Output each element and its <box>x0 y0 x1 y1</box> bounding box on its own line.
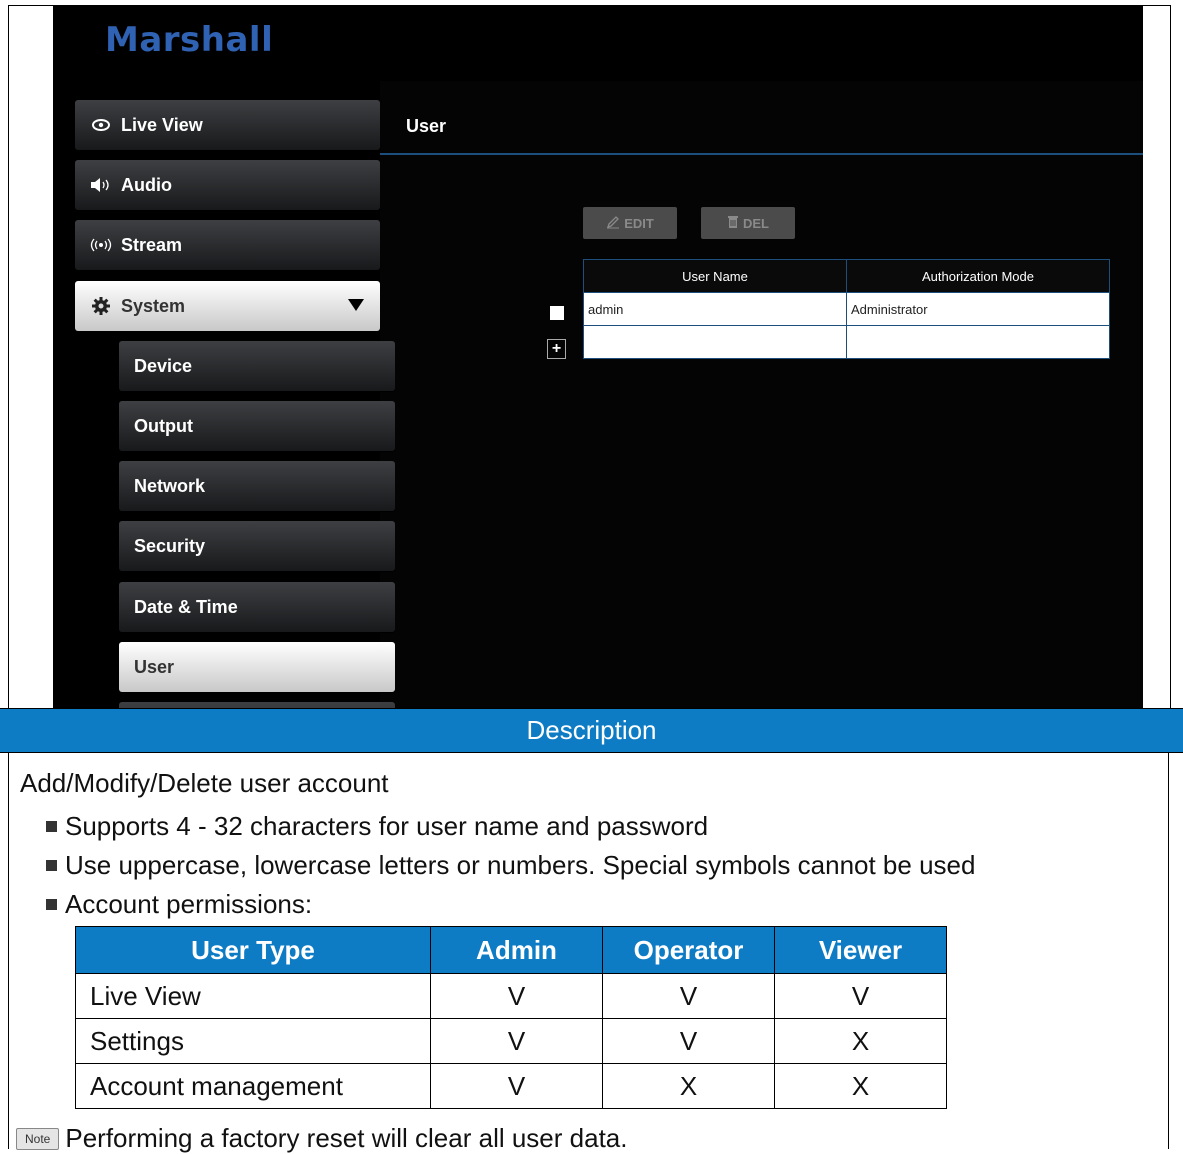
header-operator: Operator <box>602 926 775 974</box>
cell-operator: V <box>602 1018 775 1064</box>
left-border <box>8 753 9 1149</box>
cell-viewer: V <box>774 973 947 1019</box>
table-row[interactable]: admin Administrator <box>583 292 1110 326</box>
sidebar-subitem-date-time[interactable]: Date & Time <box>119 582 395 632</box>
sidebar-subitem-security[interactable]: Security <box>119 521 395 571</box>
sidebar-subitem-network[interactable]: Network <box>119 461 395 511</box>
edit-label: EDIT <box>624 215 654 231</box>
row-label: Live View <box>75 973 431 1019</box>
right-border <box>1168 753 1169 1149</box>
bullet-item: Account permissions: <box>46 889 312 920</box>
sidebar-item-label: Audio <box>121 174 172 195</box>
table-row: Account management V X X <box>75 1063 947 1109</box>
title-divider <box>380 153 1143 155</box>
cell-authorization-mode-empty[interactable] <box>846 325 1110 359</box>
sidebar-subitem-label: User <box>134 656 175 677</box>
bullet-square-icon <box>46 821 57 832</box>
cell-user-name[interactable]: admin <box>583 292 847 326</box>
row-label: Account management <box>75 1063 431 1109</box>
column-header-authorization-mode: Authorization Mode <box>846 259 1110 293</box>
cell-operator: X <box>602 1063 775 1109</box>
sidebar-item-audio[interactable]: Audio <box>75 160 380 210</box>
sidebar-subitem-label: Output <box>134 415 193 436</box>
cell-admin: V <box>430 973 603 1019</box>
row-select-checkbox[interactable] <box>550 306 564 320</box>
bullet-text: Account permissions: <box>65 889 313 919</box>
note-text: Performing a factory reset will clear al… <box>65 1123 628 1153</box>
cell-authorization-mode[interactable]: Administrator <box>846 292 1110 326</box>
bullet-text: Use uppercase, lowercase letters or numb… <box>65 850 976 880</box>
table-row: Settings V V X <box>75 1018 947 1064</box>
bullet-square-icon <box>46 860 57 871</box>
bullet-square-icon <box>46 899 57 910</box>
sidebar-item-system[interactable]: System <box>75 281 380 331</box>
cell-viewer: X <box>774 1018 947 1064</box>
sidebar-item-label: System <box>121 295 186 316</box>
sidebar-subitem-label: Date & Time <box>134 596 238 617</box>
description-header: Description <box>0 708 1183 753</box>
header-viewer: Viewer <box>774 926 947 974</box>
bullet-text: Supports 4 - 32 characters for user name… <box>65 811 709 841</box>
sidebar-subitem-user[interactable]: User <box>119 642 395 692</box>
permissions-table: User Type Admin Operator Viewer Live Vie… <box>75 926 947 1109</box>
permissions-header-row: User Type Admin Operator Viewer <box>75 926 947 974</box>
edit-button[interactable]: EDIT <box>583 207 677 239</box>
trash-icon <box>727 215 739 232</box>
cell-user-name-empty[interactable] <box>583 325 847 359</box>
marshall-logo: Marshall <box>105 20 274 60</box>
table-header-row: User Name Authorization Mode <box>583 259 1110 293</box>
user-table: User Name Authorization Mode admin Admin… <box>583 259 1110 359</box>
sidebar-item-label: Live View <box>121 114 203 135</box>
description-intro: Add/Modify/Delete user account <box>20 768 389 798</box>
page-title: User <box>406 116 447 136</box>
cell-admin: V <box>430 1063 603 1109</box>
header-user-type: User Type <box>75 926 431 974</box>
sidebar-subitem-device[interactable]: Device <box>119 341 395 391</box>
broadcast-icon <box>87 238 115 252</box>
cell-viewer: X <box>774 1063 947 1109</box>
add-user-button[interactable]: + <box>547 339 566 359</box>
cell-admin: V <box>430 1018 603 1064</box>
note-tag: Note <box>16 1127 60 1150</box>
sidebar-subitem-label: Device <box>134 355 193 376</box>
sidebar-subitem-output[interactable]: Output <box>119 401 395 451</box>
note-line: Note Performing a factory reset will cle… <box>16 1123 627 1154</box>
web-ui-screen: Marshall Live View Audio Stream System D… <box>53 6 1143 709</box>
pencil-icon <box>606 215 620 232</box>
bullet-item: Supports 4 - 32 characters for user name… <box>46 811 708 842</box>
sidebar-item-stream[interactable]: Stream <box>75 220 380 270</box>
sidebar-subitem-label: Network <box>134 475 206 496</box>
gear-icon <box>87 296 115 316</box>
content-panel <box>380 81 1143 709</box>
row-label: Settings <box>75 1018 431 1064</box>
sidebar-subitem-label: Security <box>134 535 206 556</box>
delete-label: DEL <box>743 215 769 231</box>
header-admin: Admin <box>430 926 603 974</box>
speaker-icon <box>87 177 115 193</box>
eye-icon <box>87 119 115 131</box>
cell-operator: V <box>602 973 775 1019</box>
chevron-down-icon <box>348 299 364 311</box>
delete-button[interactable]: DEL <box>701 207 795 239</box>
sidebar-item-live-view[interactable]: Live View <box>75 100 380 150</box>
table-row: Live View V V V <box>75 973 947 1019</box>
bullet-item: Use uppercase, lowercase letters or numb… <box>46 850 975 881</box>
sidebar-item-label: Stream <box>121 234 183 255</box>
table-row-new[interactable] <box>583 325 1110 359</box>
column-header-user-name: User Name <box>583 259 847 293</box>
